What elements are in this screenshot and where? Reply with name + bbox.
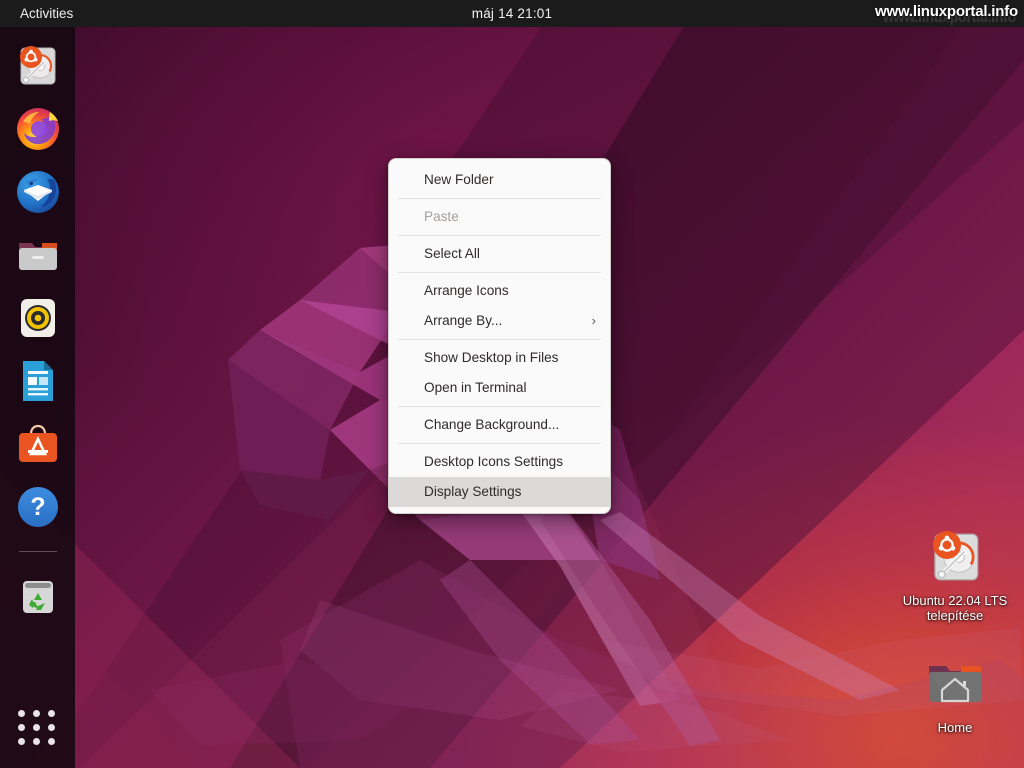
dock-item-firefox[interactable] xyxy=(14,105,62,153)
clock-datetime[interactable]: máj 14 21:01 xyxy=(466,6,558,21)
menu-separator xyxy=(398,406,601,407)
menu-item-paste: Paste xyxy=(389,202,610,232)
document-icon xyxy=(22,361,53,401)
menu-item-label: Desktop Icons Settings xyxy=(424,454,564,469)
trash-recycle-icon xyxy=(22,581,53,613)
site-watermark: www.linuxportal.info xyxy=(875,3,1018,20)
menu-item-label: Paste xyxy=(424,209,459,224)
question-mark-icon: ? xyxy=(17,487,58,527)
chevron-right-icon: › xyxy=(591,313,596,328)
firefox-icon xyxy=(16,108,59,150)
menu-item-display-settings[interactable]: Display Settings xyxy=(389,477,610,507)
menu-separator xyxy=(398,339,601,340)
menu-separator xyxy=(398,272,601,273)
clock-area: máj 14 21:01 xyxy=(0,0,1024,27)
menu-item-label: New Folder xyxy=(424,172,494,187)
menu-item-arrange-icons[interactable]: Arrange Icons xyxy=(389,276,610,306)
dock-item-trash[interactable] xyxy=(14,571,62,619)
folder-icon xyxy=(18,243,57,270)
menu-item-label: Arrange By... xyxy=(424,313,503,328)
menu-item-label: Open in Terminal xyxy=(424,380,527,395)
dock-item-help[interactable]: ? xyxy=(14,483,62,531)
dock-item-ubuntu-installer[interactable] xyxy=(14,42,62,90)
desktop-icon-label: Ubuntu 22.04 LTS telepítése xyxy=(902,593,1008,623)
desktop-icon-label: Home xyxy=(937,720,973,735)
top-bar: Activities máj 14 21:01 www.linuxportal.… xyxy=(0,0,1024,27)
home-folder-icon xyxy=(923,652,987,716)
disk-ubuntu-icon xyxy=(19,46,55,85)
menu-item-change-background[interactable]: Change Background... xyxy=(389,410,610,440)
desktop-context-menu: New Folder Paste Select All Arrange Icon… xyxy=(388,158,611,514)
desktop-screen: Activities máj 14 21:01 www.linuxportal.… xyxy=(0,0,1024,768)
menu-item-label: Select All xyxy=(424,246,480,261)
dock-item-files[interactable] xyxy=(14,231,62,279)
menu-item-new-folder[interactable]: New Folder xyxy=(389,165,610,195)
menu-item-select-all[interactable]: Select All xyxy=(389,239,610,269)
dock-item-libreoffice-writer[interactable] xyxy=(14,357,62,405)
menu-separator xyxy=(398,235,601,236)
dock-item-rhythmbox[interactable] xyxy=(14,294,62,342)
menu-item-desktop-icons-settings[interactable]: Desktop Icons Settings xyxy=(389,447,610,477)
speaker-icon xyxy=(20,299,55,337)
software-bag-icon xyxy=(18,424,57,462)
menu-separator xyxy=(398,443,601,444)
thunderbird-icon xyxy=(16,171,59,213)
dock-item-ubuntu-software[interactable] xyxy=(14,420,62,468)
dock-item-thunderbird[interactable] xyxy=(14,168,62,216)
menu-separator xyxy=(398,198,601,199)
menu-item-label: Arrange Icons xyxy=(424,283,509,298)
dock-separator xyxy=(18,551,57,552)
activities-button[interactable]: Activities xyxy=(14,0,79,27)
desktop-icon-install-ubuntu[interactable]: Ubuntu 22.04 LTS telepítése xyxy=(900,525,1010,623)
menu-item-label: Show Desktop in Files xyxy=(424,350,559,365)
menu-item-label: Display Settings xyxy=(424,484,522,499)
show-applications-button[interactable] xyxy=(18,710,56,748)
disk-ubuntu-icon xyxy=(923,525,987,589)
menu-item-arrange-by[interactable]: Arrange By... › xyxy=(389,306,610,336)
desktop-icon-home[interactable]: Home xyxy=(900,652,1010,735)
dock: ? xyxy=(0,27,75,768)
svg-text:?: ? xyxy=(30,493,45,521)
menu-item-open-in-terminal[interactable]: Open in Terminal xyxy=(389,373,610,403)
menu-item-show-desktop-in-files[interactable]: Show Desktop in Files xyxy=(389,343,610,373)
menu-item-label: Change Background... xyxy=(424,417,560,432)
